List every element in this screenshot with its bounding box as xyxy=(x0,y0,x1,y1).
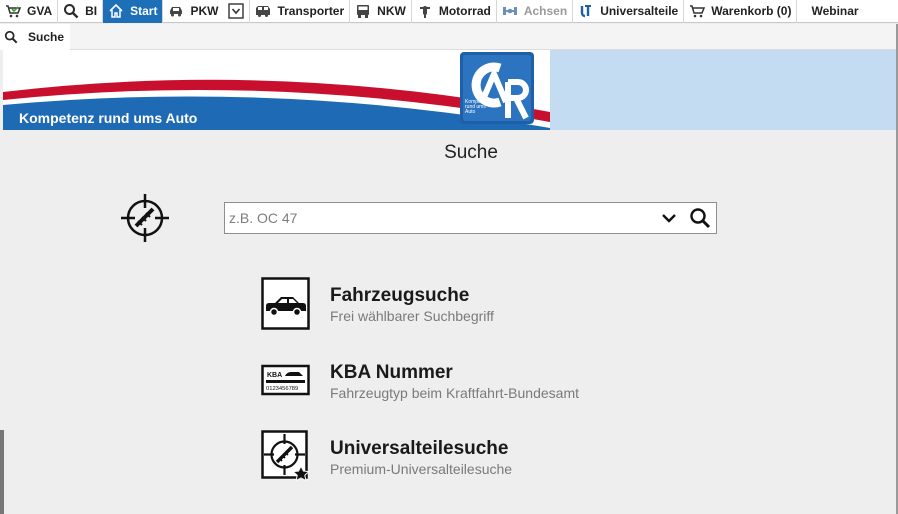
kba-document-icon: KBA 0123456789 xyxy=(261,354,311,408)
nav-motorrad[interactable]: Motorrad xyxy=(412,0,497,23)
axle-icon xyxy=(502,3,518,19)
nav-transporter-label: Transporter xyxy=(277,4,345,18)
nav-start-label: Start xyxy=(130,4,158,18)
banner-slogan: Kompetenz rund ums Auto xyxy=(19,110,198,126)
search-box xyxy=(224,202,717,234)
motorcycle-icon xyxy=(417,3,433,19)
nav-bi-label: BI xyxy=(85,4,98,18)
van-icon xyxy=(255,3,271,19)
nav-webinar-label: Webinar xyxy=(811,4,859,18)
option-subtitle: Premium-Universalteilesuche xyxy=(330,461,513,477)
universal-part-star-icon xyxy=(261,430,311,484)
nav-achsen-label: Achsen xyxy=(523,4,568,18)
nav-motorrad-label: Motorrad xyxy=(438,4,491,18)
logo-slogan: Kompetenz rund ums Auto xyxy=(465,99,491,115)
option-subtitle: Fahrzeugtyp beim Kraftfahrt-Bundesamt xyxy=(330,385,580,401)
option-fahrzeugsuche[interactable]: Fahrzeugsuche Frei wählbarer Suchbegriff xyxy=(261,277,721,331)
nav-transporter[interactable]: Transporter xyxy=(250,0,351,23)
car-frame-icon xyxy=(261,277,311,331)
tab-bar: Suche xyxy=(0,24,898,50)
option-universalteilesuche[interactable]: Universalteilesuche Premium-Universaltei… xyxy=(261,430,721,484)
dropdown-box-icon xyxy=(228,3,245,19)
option-title: Universalteilesuche xyxy=(330,438,509,459)
nav-universalteile[interactable]: Universalteile xyxy=(573,0,685,23)
crosshair-part-icon xyxy=(120,193,170,243)
search-icon xyxy=(690,208,711,229)
left-edge xyxy=(0,430,4,514)
nav-start[interactable]: Start xyxy=(103,0,164,23)
search-button[interactable] xyxy=(689,207,711,229)
option-subtitle: Frei wählbarer Suchbegriff xyxy=(330,308,494,324)
nav-gva[interactable]: GVA xyxy=(0,0,59,23)
tab-suche-label: Suche xyxy=(28,30,65,44)
cart-icon xyxy=(689,3,706,19)
nav-pkw[interactable]: PKW xyxy=(163,0,223,23)
nav-webinar[interactable]: Webinar xyxy=(797,0,863,23)
nav-achsen[interactable]: Achsen xyxy=(497,0,574,23)
tab-suche[interactable]: Suche xyxy=(0,24,70,50)
nav-pkw-dropdown[interactable] xyxy=(223,0,251,23)
search-input[interactable] xyxy=(229,203,649,233)
universal-parts-icon xyxy=(578,3,594,19)
search-icon xyxy=(63,3,79,19)
truck-icon xyxy=(355,3,371,19)
car-icon xyxy=(168,3,184,19)
option-title: KBA Nummer xyxy=(330,362,453,383)
svg-text:0123456789: 0123456789 xyxy=(266,386,298,392)
chevron-down-icon[interactable] xyxy=(661,210,677,226)
search-icon xyxy=(4,30,18,44)
nav-nkw[interactable]: NKW xyxy=(350,0,412,23)
nav-gva-label: GVA xyxy=(27,4,53,18)
home-icon xyxy=(108,3,124,19)
nav-pkw-label: PKW xyxy=(190,4,219,18)
svg-text:KBA: KBA xyxy=(267,372,282,379)
nav-warenkorb-label: Warenkorb (0) xyxy=(711,4,792,18)
cart-check-icon xyxy=(5,3,21,19)
header-banner: Kompetenz rund ums Auto Kompetenz rund u… xyxy=(3,50,550,130)
nav-nkw-label: NKW xyxy=(377,4,406,18)
page-title: Suche xyxy=(444,142,498,163)
banner-side-panel xyxy=(550,50,896,130)
nav-universalteile-label: Universalteile xyxy=(600,4,679,18)
option-title: Fahrzeugsuche xyxy=(330,285,470,306)
nav-bi[interactable]: BI xyxy=(58,0,104,23)
top-navigation-bar: GVA BI Start PKW Transporter NKW Motorra… xyxy=(0,0,898,23)
car-logo: Kompetenz rund ums Auto xyxy=(460,52,534,124)
nav-warenkorb[interactable]: Warenkorb (0) xyxy=(684,0,798,23)
option-kba-nummer[interactable]: KBA 0123456789 KBA Nummer Fahrzeugtyp be… xyxy=(261,354,721,408)
